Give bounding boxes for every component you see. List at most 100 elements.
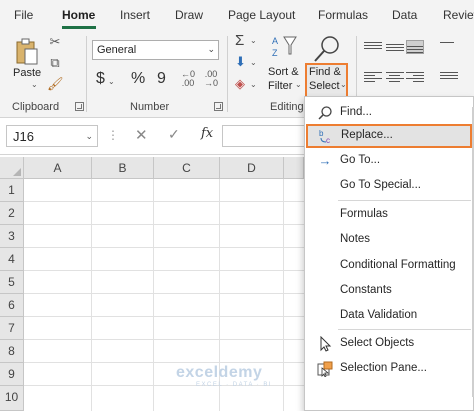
group-label-editing: Editing xyxy=(270,101,304,113)
chevron-down-icon[interactable]: ⌄ xyxy=(295,80,302,89)
increase-decimal-icon[interactable]: ←0.00 xyxy=(177,70,199,88)
chevron-down-icon[interactable]: ⌄ xyxy=(250,36,257,45)
find-select-label-2: Select xyxy=(309,80,340,92)
comma-style-button[interactable]: 9 xyxy=(157,70,166,88)
menu-item-label: Go To Special... xyxy=(340,179,421,191)
chevron-down-icon[interactable]: ⌄ xyxy=(250,80,257,89)
menu-item-notes[interactable]: Notes xyxy=(305,228,473,252)
column-header-c[interactable]: C xyxy=(154,157,220,179)
row-header[interactable]: 1 xyxy=(0,179,24,202)
chevron-down-icon[interactable]: ⌄ xyxy=(31,80,38,89)
tab-review[interactable]: Review xyxy=(443,8,474,22)
tab-insert[interactable]: Insert xyxy=(120,8,150,22)
bottom-align-icon[interactable] xyxy=(406,40,424,54)
orientation-icon[interactable] xyxy=(440,40,458,54)
tab-data[interactable]: Data xyxy=(392,8,417,22)
number-format-dropdown[interactable]: General ⌄ xyxy=(92,40,219,60)
formula-bar-grip-icon[interactable]: ⋮ xyxy=(107,128,119,142)
sort-filter-label-2[interactable]: Filter xyxy=(268,80,292,92)
gridline xyxy=(283,179,284,411)
insert-function-icon[interactable]: fx xyxy=(201,126,213,141)
chevron-down-icon[interactable]: ⌄ xyxy=(108,77,115,86)
confirm-entry-icon[interactable]: ✓ xyxy=(168,126,180,143)
sort-filter-icon[interactable]: A Z xyxy=(272,34,300,60)
menu-item-label: Go To... xyxy=(340,154,381,166)
menu-item-replace[interactable]: b c Replace... xyxy=(306,124,472,148)
tab-draw[interactable]: Draw xyxy=(175,8,203,22)
align-center-icon[interactable] xyxy=(386,70,404,84)
arrow-right-icon: → xyxy=(318,153,332,168)
menu-item-find[interactable]: Find... xyxy=(305,101,473,125)
menu-item-data-validation[interactable]: Data Validation xyxy=(305,304,473,328)
tab-formulas[interactable]: Formulas xyxy=(318,8,368,22)
menu-item-conditional-formatting[interactable]: Conditional Formatting xyxy=(305,254,473,278)
chevron-down-icon[interactable]: ⌄ xyxy=(85,131,93,142)
align-left-icon[interactable] xyxy=(364,70,382,84)
row-header[interactable]: 4 xyxy=(0,248,24,271)
chevron-down-icon[interactable]: ⌄ xyxy=(250,58,257,67)
menu-item-label: Formulas xyxy=(340,208,388,220)
row-header[interactable]: 9 xyxy=(0,363,24,386)
clipboard-launcher-icon[interactable] xyxy=(75,102,84,111)
column-header-a[interactable]: A xyxy=(24,157,92,179)
select-all-button[interactable] xyxy=(0,157,24,179)
group-label-number: Number xyxy=(130,101,170,113)
watermark-name: exceldemy xyxy=(176,364,263,381)
menu-separator xyxy=(338,329,471,330)
gridline xyxy=(91,179,92,411)
pointer-icon xyxy=(320,336,332,352)
menu-item-go-to[interactable]: → Go To... xyxy=(305,149,473,173)
find-select-label-1: Find & xyxy=(309,66,341,78)
cut-icon[interactable]: ✂ xyxy=(47,34,63,50)
menu-separator xyxy=(338,200,471,201)
tab-home[interactable]: Home xyxy=(62,8,95,22)
name-box[interactable]: J16 ⌄ xyxy=(6,125,98,147)
row-header[interactable]: 8 xyxy=(0,340,24,363)
paste-icon[interactable] xyxy=(15,38,39,66)
tab-page-layout[interactable]: Page Layout xyxy=(228,8,295,22)
chevron-down-icon: ⌄ xyxy=(207,44,215,54)
chevron-down-icon: ⌄ xyxy=(340,80,347,89)
menu-item-label: Replace... xyxy=(341,129,393,141)
gridline xyxy=(153,179,154,411)
menu-item-go-to-special[interactable]: Go To Special... xyxy=(305,174,473,198)
top-align-icon[interactable] xyxy=(364,40,382,54)
menu-item-label: Select Objects xyxy=(340,337,415,349)
row-header[interactable]: 7 xyxy=(0,317,24,340)
row-header[interactable]: 10 xyxy=(0,386,24,411)
column-header-b[interactable]: B xyxy=(92,157,154,179)
indent-icon[interactable] xyxy=(440,70,458,84)
svg-text:b: b xyxy=(319,129,324,138)
menu-item-formulas[interactable]: Formulas xyxy=(305,203,473,227)
align-right-icon[interactable] xyxy=(406,70,424,84)
copy-icon[interactable]: ⧉ xyxy=(47,55,63,71)
clear-icon[interactable]: ◈ xyxy=(235,76,245,92)
middle-align-icon[interactable] xyxy=(386,40,404,54)
menu-item-selection-pane[interactable]: Selection Pane... xyxy=(305,357,473,381)
svg-text:A: A xyxy=(272,36,278,46)
paste-button-label[interactable]: Paste xyxy=(13,67,41,79)
cancel-entry-icon[interactable]: ✕ xyxy=(135,126,148,144)
tab-file[interactable]: File xyxy=(14,8,33,22)
row-header[interactable]: 2 xyxy=(0,202,24,225)
menu-item-label: Data Validation xyxy=(340,309,418,321)
column-header-e[interactable] xyxy=(284,157,304,179)
number-launcher-icon[interactable] xyxy=(214,102,223,111)
menu-item-constants[interactable]: Constants xyxy=(305,279,473,303)
find-select-menu: Find... b c Replace... → Go To... Go To … xyxy=(304,96,474,411)
group-divider xyxy=(227,36,228,112)
menu-item-select-objects[interactable]: Select Objects xyxy=(305,332,473,356)
fill-icon[interactable]: ⬇ xyxy=(235,54,246,70)
menu-item-label: Conditional Formatting xyxy=(340,259,456,271)
percent-style-button[interactable]: % xyxy=(131,70,145,88)
format-painter-icon[interactable]: 🖌 xyxy=(47,76,64,92)
row-header[interactable]: 3 xyxy=(0,225,24,248)
row-header[interactable]: 5 xyxy=(0,271,24,294)
decrease-decimal-icon[interactable]: .00 →0 xyxy=(200,70,222,88)
magnifier-icon xyxy=(314,36,339,62)
column-header-d[interactable]: D xyxy=(220,157,284,179)
autosum-icon[interactable]: Σ xyxy=(235,32,244,49)
sort-filter-label-1[interactable]: Sort & xyxy=(268,66,299,78)
row-header[interactable]: 6 xyxy=(0,294,24,317)
currency-format-button[interactable]: $ xyxy=(96,70,105,88)
